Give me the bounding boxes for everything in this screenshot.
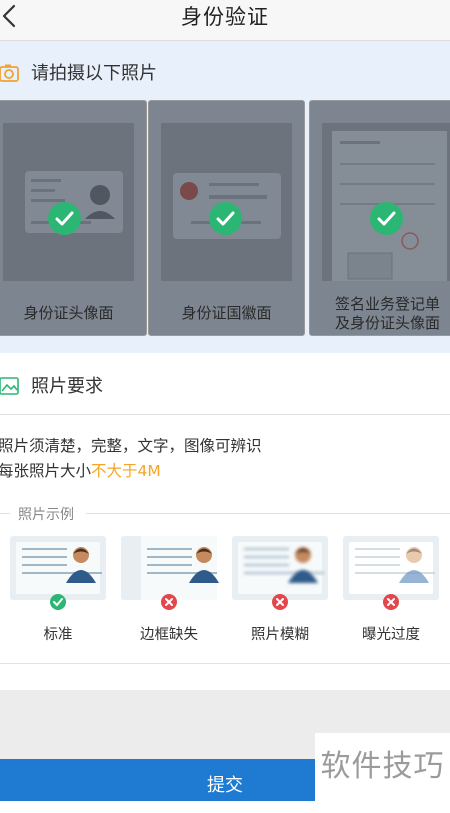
invalid-badge <box>272 594 288 610</box>
watermark: 软件技巧 <box>315 733 450 801</box>
requirements-title: 照片要求 <box>31 376 103 397</box>
id-back-card[interactable]: 身份证国徽面 <box>148 100 305 336</box>
photo-section-title: 请拍摄以下照片 <box>31 63 157 84</box>
valid-badge <box>50 594 66 610</box>
cross-icon <box>276 598 284 606</box>
page-title: 身份验证 <box>181 5 269 29</box>
image-icon <box>0 377 19 395</box>
text-lines <box>244 548 324 580</box>
avatar-icon <box>189 547 219 583</box>
divider <box>0 414 450 415</box>
requirement-line-1: 照片须清楚，完整，文字，图像可辨识 <box>0 437 262 455</box>
divider <box>86 513 450 514</box>
size-label: 每张照片大小 <box>0 462 92 480</box>
invalid-badge <box>161 594 177 610</box>
divider <box>0 513 10 514</box>
caption-line: 签名业务登记单 <box>334 295 440 313</box>
checkmark-icon <box>209 202 242 235</box>
checkmark-icon <box>53 598 63 607</box>
nav-header: 身份验证 <box>0 0 450 41</box>
example-overexposed <box>343 536 439 600</box>
invalid-badge <box>383 594 399 610</box>
cross-icon <box>165 598 173 606</box>
divider <box>0 663 450 664</box>
text-lines <box>22 548 102 580</box>
text-lines <box>147 548 217 580</box>
example-label: 边框缺失 <box>140 627 198 643</box>
example-blurry <box>232 536 328 600</box>
example-label: 曝光过度 <box>362 627 420 643</box>
id-front-card[interactable]: 身份证头像面 <box>0 100 147 336</box>
requirement-line-2: 每张照片大小不大于4M <box>0 459 161 481</box>
caption-line: 及身份证头像面 <box>334 314 440 332</box>
examples-title: 照片示例 <box>14 504 78 524</box>
example-standard <box>10 536 106 600</box>
signature-form-card[interactable]: 签名业务登记单 及身份证头像面 <box>309 100 450 336</box>
checkmark-icon <box>370 202 403 235</box>
avatar-icon <box>288 547 318 583</box>
text-lines <box>355 548 435 580</box>
signature-form-caption: 签名业务登记单 及身份证头像面 <box>310 295 450 333</box>
size-limit: 不大于4M <box>91 462 161 480</box>
avatar-icon <box>399 547 429 583</box>
checkmark-icon <box>48 202 81 235</box>
example-missing-border <box>121 536 219 600</box>
id-back-caption: 身份证国徽面 <box>181 304 272 322</box>
example-label: 标准 <box>43 627 73 643</box>
photo-capture-section: 请拍摄以下照片 身份证头像面 身份证国徽面 签名业务登记单 及身份证头像面 <box>0 41 450 353</box>
cross-icon <box>387 598 395 606</box>
camera-icon <box>0 64 19 82</box>
example-label: 照片模糊 <box>251 627 309 643</box>
avatar-icon <box>66 547 96 583</box>
id-front-caption: 身份证头像面 <box>23 304 114 322</box>
